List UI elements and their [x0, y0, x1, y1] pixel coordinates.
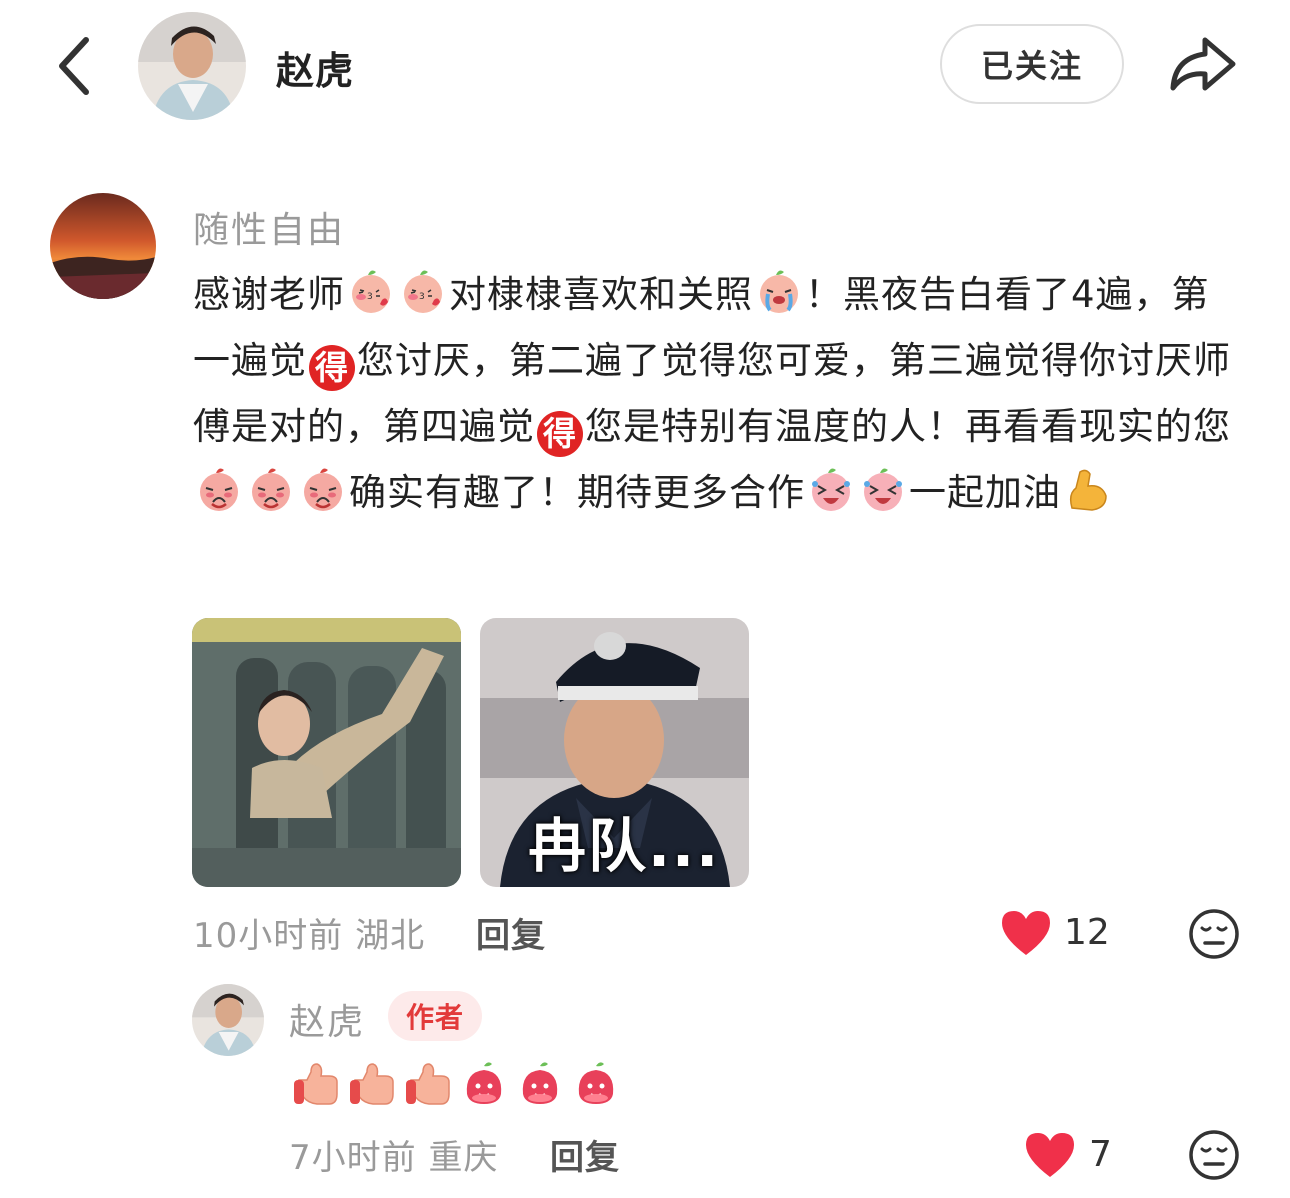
reply-emojis	[290, 1058, 622, 1108]
comment-like-count: 12	[1064, 912, 1110, 953]
reply-reply-button[interactable]: 回复	[550, 1130, 620, 1179]
cry-emoji-icon	[760, 270, 798, 313]
peach-emoji-icon	[466, 1062, 502, 1104]
reply-author-name[interactable]: 赵虎	[289, 993, 365, 1045]
thumb-emoji-icon	[294, 1063, 338, 1105]
thumb-emoji-icon	[350, 1063, 394, 1105]
comment-text-run: 确实有趣了！期待更多合作	[349, 471, 805, 514]
de-badge-icon: 得	[537, 411, 583, 457]
commenter-avatar[interactable]	[50, 193, 156, 299]
reply-like-button[interactable]	[1024, 1131, 1076, 1179]
peach-emoji-icon	[522, 1062, 558, 1104]
dislike-face-icon	[1189, 909, 1239, 959]
comment-time: 10小时前	[193, 916, 344, 956]
svg-text:3: 3	[419, 292, 426, 302]
pout-emoji-icon	[304, 468, 342, 511]
heart-icon	[1002, 911, 1050, 955]
comment-meta: 10小时前 湖北	[193, 908, 425, 957]
header-title: 赵虎	[276, 49, 355, 93]
dislike-face-icon	[1189, 1130, 1239, 1180]
reply-avatar[interactable]	[192, 984, 264, 1056]
comment-text: 感谢老师 3 3 对棣棣喜欢和关照 ！黑夜告白看了4遍，第一遍觉得您讨厌，第二遍了觉得您…	[193, 262, 1243, 526]
laugh-emoji-icon	[812, 468, 850, 511]
thumb-emoji-icon	[406, 1063, 450, 1105]
back-arrow-icon	[59, 37, 89, 95]
comment-location: 湖北	[355, 916, 426, 956]
kiss-emoji-icon: 3	[352, 270, 390, 313]
share-icon	[1170, 37, 1236, 91]
comment-photo-2[interactable]: 冉队...	[480, 618, 749, 887]
comment-text-run: 感谢老师	[193, 273, 345, 316]
comment-like-button[interactable]	[1000, 909, 1052, 957]
kiss-emoji-icon: 3	[404, 270, 442, 313]
pout-emoji-icon	[200, 468, 238, 511]
comment-photo-1[interactable]	[192, 618, 461, 887]
svg-text:3: 3	[367, 292, 374, 302]
author-badge: 作者	[388, 991, 482, 1041]
comment-text-run: 对棣棣喜欢和关照	[449, 273, 753, 316]
back-button[interactable]	[52, 34, 102, 98]
heart-icon	[1026, 1133, 1074, 1177]
peach-emoji-icon	[578, 1062, 614, 1104]
share-button[interactable]	[1165, 30, 1241, 98]
de-badge-icon: 得	[309, 345, 355, 391]
photo-caption: 冉队...	[528, 812, 721, 880]
comment-dislike-button[interactable]	[1188, 908, 1240, 960]
commenter-name[interactable]: 随性自由	[193, 201, 345, 253]
comment-text-run: 您是特别有温度的人！再看看现实的您	[585, 405, 1231, 448]
header-avatar[interactable]	[138, 12, 246, 120]
laugh-emoji-icon	[864, 468, 902, 511]
reply-location: 重庆	[428, 1138, 499, 1178]
follow-button[interactable]: 已关注	[940, 24, 1124, 104]
reply-like-count: 7	[1089, 1134, 1112, 1175]
reply-dislike-button[interactable]	[1188, 1129, 1240, 1181]
pout-emoji-icon	[252, 468, 290, 511]
comment-reply-button[interactable]: 回复	[476, 908, 546, 957]
reply-meta: 7小时前 重庆	[289, 1130, 498, 1179]
muscle-emoji-icon	[1069, 469, 1107, 511]
reply-time: 7小时前	[289, 1138, 417, 1178]
comment-text-run: 一起加油	[909, 471, 1061, 514]
